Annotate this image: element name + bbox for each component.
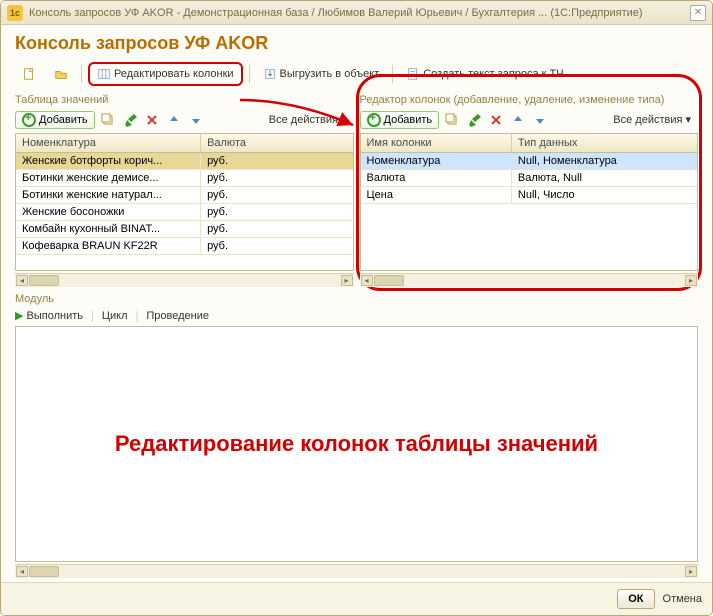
table-row[interactable]: Кофеварка BRAUN KF22R руб. xyxy=(16,238,353,255)
export-object-button[interactable]: Выгрузить в объект xyxy=(256,64,387,84)
delete-icon[interactable] xyxy=(143,111,161,129)
chevron-down-icon: ▾ xyxy=(685,113,691,126)
table-row[interactable]: Цена Null, Число xyxy=(361,187,698,204)
cancel-button[interactable]: Отмена xyxy=(663,593,702,605)
delete-icon[interactable] xyxy=(487,111,505,129)
module-section-label: Модуль xyxy=(15,293,698,305)
create-query-text-button[interactable]: Создать текст запроса к ТЧ xyxy=(399,64,570,84)
copy-icon[interactable] xyxy=(99,111,117,129)
plus-icon xyxy=(367,113,381,127)
edit-icon[interactable] xyxy=(465,111,483,129)
table-row[interactable]: Комбайн кухонный BINAT... руб. xyxy=(16,221,353,238)
edit-columns-label: Редактировать колонки xyxy=(114,68,234,80)
column-header[interactable]: Имя колонки xyxy=(361,134,512,152)
values-table: Номенклатура Валюта Женские ботфорты кор… xyxy=(15,133,354,271)
plus-icon xyxy=(22,113,36,127)
new-icon[interactable] xyxy=(15,64,43,84)
all-actions-button[interactable]: Все действия ▾ xyxy=(262,110,354,129)
move-down-icon[interactable] xyxy=(187,111,205,129)
separator xyxy=(249,65,250,83)
table-row[interactable]: Женские ботфорты корич... руб. xyxy=(16,153,353,170)
column-header[interactable]: Тип данных xyxy=(512,134,697,152)
copy-icon[interactable] xyxy=(443,111,461,129)
add-label: Добавить xyxy=(384,114,433,126)
column-header[interactable]: Валюта xyxy=(201,134,352,152)
close-icon[interactable]: ✕ xyxy=(690,5,706,21)
separator xyxy=(81,65,82,83)
scrollbar[interactable]: ◂▸ xyxy=(15,564,698,578)
all-actions-button[interactable]: Все действия ▾ xyxy=(606,110,698,129)
annotation-text: Редактирование колонок таблицы значений xyxy=(115,431,598,457)
move-down-icon[interactable] xyxy=(531,111,549,129)
ok-button[interactable]: ОК xyxy=(617,589,654,609)
table-row[interactable]: Ботинки женские демисе... руб. xyxy=(16,170,353,187)
chevron-down-icon: ▾ xyxy=(341,113,347,126)
add-label: Добавить xyxy=(39,114,88,126)
code-editor[interactable]: Редактирование колонок таблицы значений xyxy=(15,326,698,562)
all-actions-label: Все действия xyxy=(613,114,682,126)
run-label: Выполнить xyxy=(27,310,83,322)
values-table-label: Таблица значений xyxy=(15,94,354,106)
move-up-icon[interactable] xyxy=(509,111,527,129)
export-object-label: Выгрузить в объект xyxy=(280,68,380,80)
column-header[interactable]: Номенклатура xyxy=(16,134,201,152)
values-table-pane: Таблица значений Добавить Все действия ▾ xyxy=(15,92,354,287)
page-title: Консоль запросов УФ AKOR xyxy=(15,33,698,54)
create-query-text-label: Создать текст запроса к ТЧ xyxy=(423,68,563,80)
table-row[interactable]: Валюта Валюта, Null xyxy=(361,170,698,187)
window-title: Консоль запросов УФ AKOR - Демонстрацион… xyxy=(29,7,690,19)
column-editor-pane: Редактор колонок (добавление, удаление, … xyxy=(360,92,699,287)
column-editor-table: Имя колонки Тип данных Номенклатура Null… xyxy=(360,133,699,271)
scrollbar[interactable]: ◂▸ xyxy=(15,273,354,287)
app-logo-icon: 1c xyxy=(7,5,23,21)
all-actions-label: Все действия xyxy=(269,114,338,126)
column-editor-label: Редактор колонок (добавление, удаление, … xyxy=(360,94,699,106)
posting-button[interactable]: Проведение xyxy=(146,310,209,322)
add-button[interactable]: Добавить xyxy=(15,111,95,129)
loop-button[interactable]: Цикл xyxy=(102,310,128,322)
edit-icon[interactable] xyxy=(121,111,139,129)
edit-columns-button[interactable]: Редактировать колонки xyxy=(88,62,243,86)
add-button[interactable]: Добавить xyxy=(360,111,440,129)
table-row[interactable]: Номенклатура Null, Номенклатура xyxy=(361,153,698,170)
run-button[interactable]: ▶ Выполнить xyxy=(15,309,83,322)
table-row[interactable]: Ботинки женские натурал... руб. xyxy=(16,187,353,204)
move-up-icon[interactable] xyxy=(165,111,183,129)
play-icon: ▶ xyxy=(15,310,27,322)
main-toolbar: Редактировать колонки Выгрузить в объект… xyxy=(15,62,698,86)
open-icon[interactable] xyxy=(47,64,75,84)
table-row[interactable]: Женские босоножки руб. xyxy=(16,204,353,221)
separator xyxy=(392,65,393,83)
scrollbar[interactable]: ◂▸ xyxy=(360,273,699,287)
